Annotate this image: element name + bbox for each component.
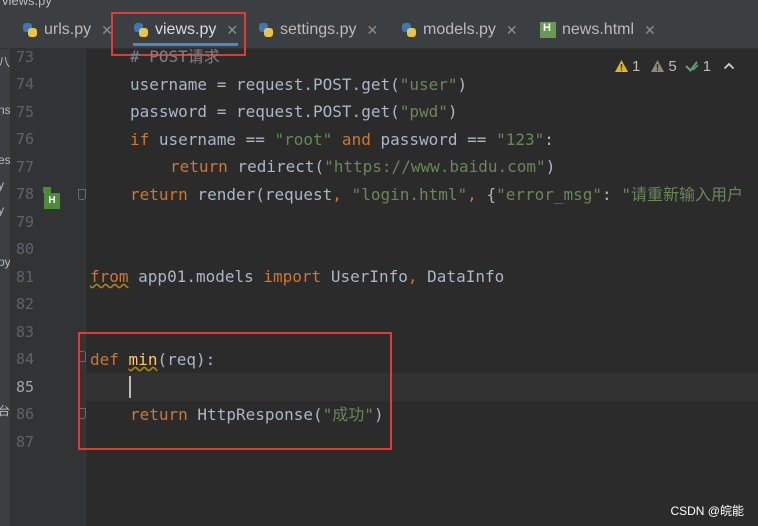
highlight-box-code xyxy=(78,332,392,450)
line-number-gutter[interactable]: 73 74 75 76 77 78 79 80 81 82 83 84 85 8… xyxy=(10,48,86,526)
line-number: 84 xyxy=(15,350,34,368)
project-panel-fragment: y xyxy=(0,178,4,192)
python-file-icon xyxy=(258,22,274,38)
line-number: 78 xyxy=(15,185,34,203)
close-icon[interactable]: ✕ xyxy=(366,22,378,39)
line-number: 74 xyxy=(15,75,34,93)
line-number: 87 xyxy=(15,433,34,451)
window-title-bar: views.py xyxy=(0,0,758,12)
weak-warning-icon xyxy=(651,60,665,72)
project-panel-edge: 八 ns es y y py 台 xyxy=(0,49,10,526)
html-file-icon xyxy=(540,22,556,38)
line-number: 80 xyxy=(15,240,34,258)
code-line-73: # POST请求 xyxy=(130,49,220,66)
tab-label: settings.py xyxy=(280,21,357,38)
project-panel-fragment: y xyxy=(0,203,4,217)
watermark: CSDN @皖能 xyxy=(670,504,744,518)
close-icon[interactable]: ✕ xyxy=(506,22,518,39)
line-number: 75 xyxy=(15,103,34,121)
tab-news-html[interactable]: news.html ✕ xyxy=(540,12,656,48)
tab-models-py[interactable]: models.py ✕ xyxy=(401,12,518,48)
weak-warning-count: 5 xyxy=(668,57,677,75)
html-template-gutter-icon[interactable]: H xyxy=(43,187,60,209)
line-number: 81 xyxy=(15,268,34,286)
code-line-77: return redirect("https://www.baidu.com") xyxy=(170,157,556,176)
warning-count: 1 xyxy=(632,57,641,75)
line-number-current: 85 xyxy=(15,378,34,396)
line-number: 83 xyxy=(15,323,34,341)
line-number: 82 xyxy=(15,295,34,313)
check-icon xyxy=(684,61,699,73)
inspection-widget[interactable]: 1 5 1 xyxy=(614,56,735,76)
line-number: 86 xyxy=(15,405,34,423)
code-editor[interactable]: # POST请求 username = request.POST.get("us… xyxy=(86,49,758,526)
close-icon[interactable]: ✕ xyxy=(644,22,656,39)
line-number: 77 xyxy=(15,158,34,176)
tab-label: news.html xyxy=(562,21,635,38)
project-panel-fragment: 台 xyxy=(0,404,10,418)
project-panel-fragment: ns xyxy=(0,103,10,117)
line-number: 76 xyxy=(15,130,34,148)
code-line-81: from app01.models import UserInfo, DataI… xyxy=(90,267,505,286)
code-line-78: return render(request, "login.html", {"e… xyxy=(130,185,743,204)
warning-icon xyxy=(615,60,628,72)
line-number: 73 xyxy=(15,48,34,66)
python-file-icon xyxy=(22,22,38,38)
ok-count: 1 xyxy=(702,57,712,75)
code-line-76: if username == "root" and password == "1… xyxy=(130,130,554,149)
chevron-up-icon[interactable] xyxy=(723,61,735,71)
window-title: views.py xyxy=(2,0,52,8)
project-panel-fragment: py xyxy=(0,255,10,269)
tab-settings-py[interactable]: settings.py ✕ xyxy=(258,12,378,48)
code-line-74: username = request.POST.get("user") xyxy=(130,75,468,94)
tab-urls-py[interactable]: urls.py ✕ xyxy=(22,12,113,48)
line-number: 79 xyxy=(15,213,34,231)
python-file-icon xyxy=(401,22,417,38)
tab-label: models.py xyxy=(423,21,496,38)
tab-label: urls.py xyxy=(44,21,92,38)
project-panel-fragment: 八 xyxy=(0,55,10,69)
project-panel-fragment: es xyxy=(0,153,10,167)
code-line-75: password = request.POST.get("pwd") xyxy=(130,102,458,121)
fold-end-icon[interactable] xyxy=(78,189,86,200)
